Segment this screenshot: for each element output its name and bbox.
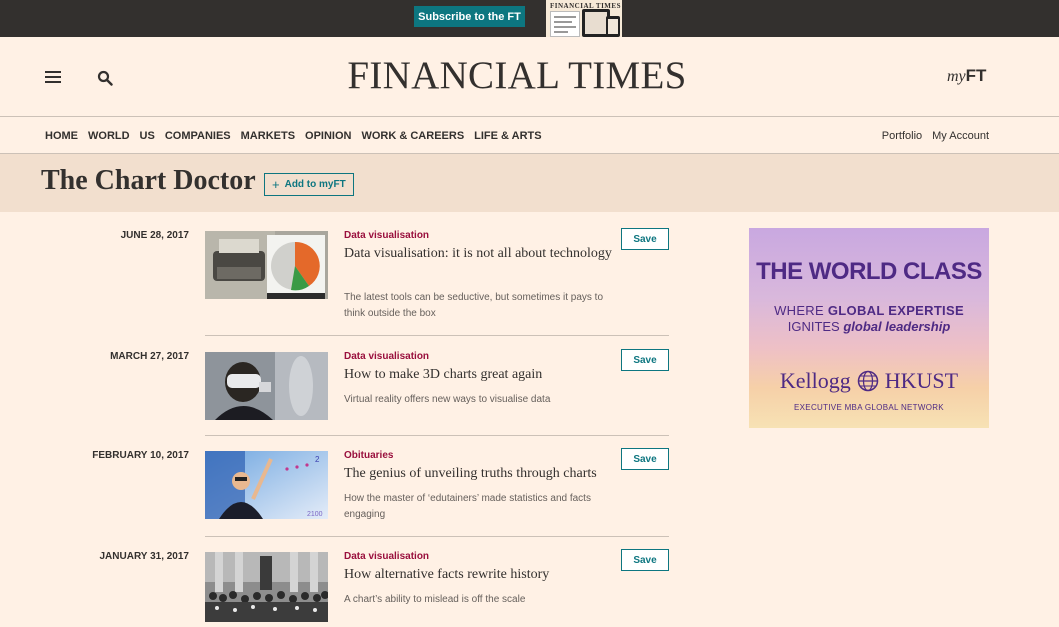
save-button[interactable]: Save [621,549,669,571]
article-thumbnail-typewriter[interactable] [205,231,328,299]
article-tag[interactable]: Data visualisation [344,230,429,241]
article-thumbnail-crowd-photo[interactable] [205,552,328,622]
ad-logos: Kellogg HKUST [749,368,989,394]
ad-tagline: EXECUTIVE MBA GLOBAL NETWORK [794,403,944,412]
subscription-promo-image[interactable]: FINANCIAL TIMES [546,0,622,37]
ad-subline-2: IGNITES global leadership [787,319,951,334]
article-headline[interactable]: How alternative facts rewrite history [344,565,614,584]
article-date: FEBRUARY 10, 2017 [92,450,189,461]
article-divider [205,536,669,537]
phone-illustration [606,16,620,37]
add-to-myft-label: Add to myFT [284,179,346,190]
myft-ft: FT [965,66,987,85]
subscribe-button[interactable]: Subscribe to the FT [414,6,525,27]
article-standfirst: A chart’s ability to mislead is off the … [344,594,526,605]
nav-item-world[interactable]: WORLD [88,130,130,142]
stream-header: The Chart Doctor + Add to myFT [0,154,1059,212]
save-button[interactable]: Save [621,448,669,470]
nav-item-opinion[interactable]: OPINION [305,130,351,142]
my-account-link[interactable]: My Account [932,130,989,142]
article-tag[interactable]: Data visualisation [344,351,429,362]
site-header: FINANCIAL TIMES myFT [0,37,1059,117]
article-headline[interactable]: Data visualisation: it is not all about … [344,244,614,263]
article-date: MARCH 27, 2017 [110,351,189,362]
advertisement-banner[interactable]: THE WORLD CLASS WHERE GLOBAL EXPERTISE I… [749,228,989,428]
article-divider [205,335,669,336]
article-standfirst: Virtual reality offers new ways to visua… [344,394,551,405]
main-navigation: HOME WORLD US COMPANIES MARKETS OPINION … [0,118,1059,154]
save-button[interactable]: Save [621,228,669,250]
article-standfirst: How the master of ‘edutainers’ made stat… [344,493,591,520]
thumb-label-2: 2 [315,455,320,464]
save-button[interactable]: Save [621,349,669,371]
article-divider [205,435,669,436]
article-tag[interactable]: Obituaries [344,450,393,461]
ad-headline: THE WORLD CLASS [756,258,982,285]
top-promo-bar: Subscribe to the FT FINANCIAL TIMES [0,0,1059,37]
article-headline[interactable]: The genius of unveiling truths through c… [344,464,614,483]
article-date: JANUARY 31, 2017 [99,551,190,562]
search-icon[interactable] [97,70,113,86]
nav-item-home[interactable]: HOME [45,130,78,142]
page-title: The Chart Doctor [41,165,256,196]
article-standfirst: The latest tools can be seductive, but s… [344,292,604,319]
nav-item-us[interactable]: US [140,130,155,142]
nav-item-markets[interactable]: MARKETS [241,130,295,142]
portfolio-link[interactable]: Portfolio [882,130,922,142]
globe-icon [857,370,879,392]
ft-masthead-logo[interactable]: FINANCIAL TIMES [319,53,715,99]
hkust-logo: HKUST [884,368,959,393]
article-thumbnail-presenter[interactable]: 2 2100 [205,451,328,519]
thumb-label-2100: 2100 [307,511,323,518]
plus-icon: + [272,177,280,192]
add-to-myft-button[interactable]: + Add to myFT [264,173,354,196]
article-thumbnail-vr-headset[interactable] [205,352,328,420]
article-date: JUNE 28, 2017 [120,230,189,241]
kellogg-logo: Kellogg [779,368,851,393]
nav-item-life-arts[interactable]: LIFE & ARTS [474,130,541,142]
menu-icon[interactable] [45,71,61,83]
ad-subline-1: WHERE GLOBAL EXPERTISE [774,303,964,318]
nav-item-work-careers[interactable]: WORK & CAREERS [361,130,464,142]
newspaper-illustration [550,11,580,37]
article-headline[interactable]: How to make 3D charts great again [344,365,614,384]
myft-link[interactable]: myFT [947,66,986,86]
myft-my: my [947,68,966,85]
nav-item-companies[interactable]: COMPANIES [165,130,231,142]
article-tag[interactable]: Data visualisation [344,551,429,562]
